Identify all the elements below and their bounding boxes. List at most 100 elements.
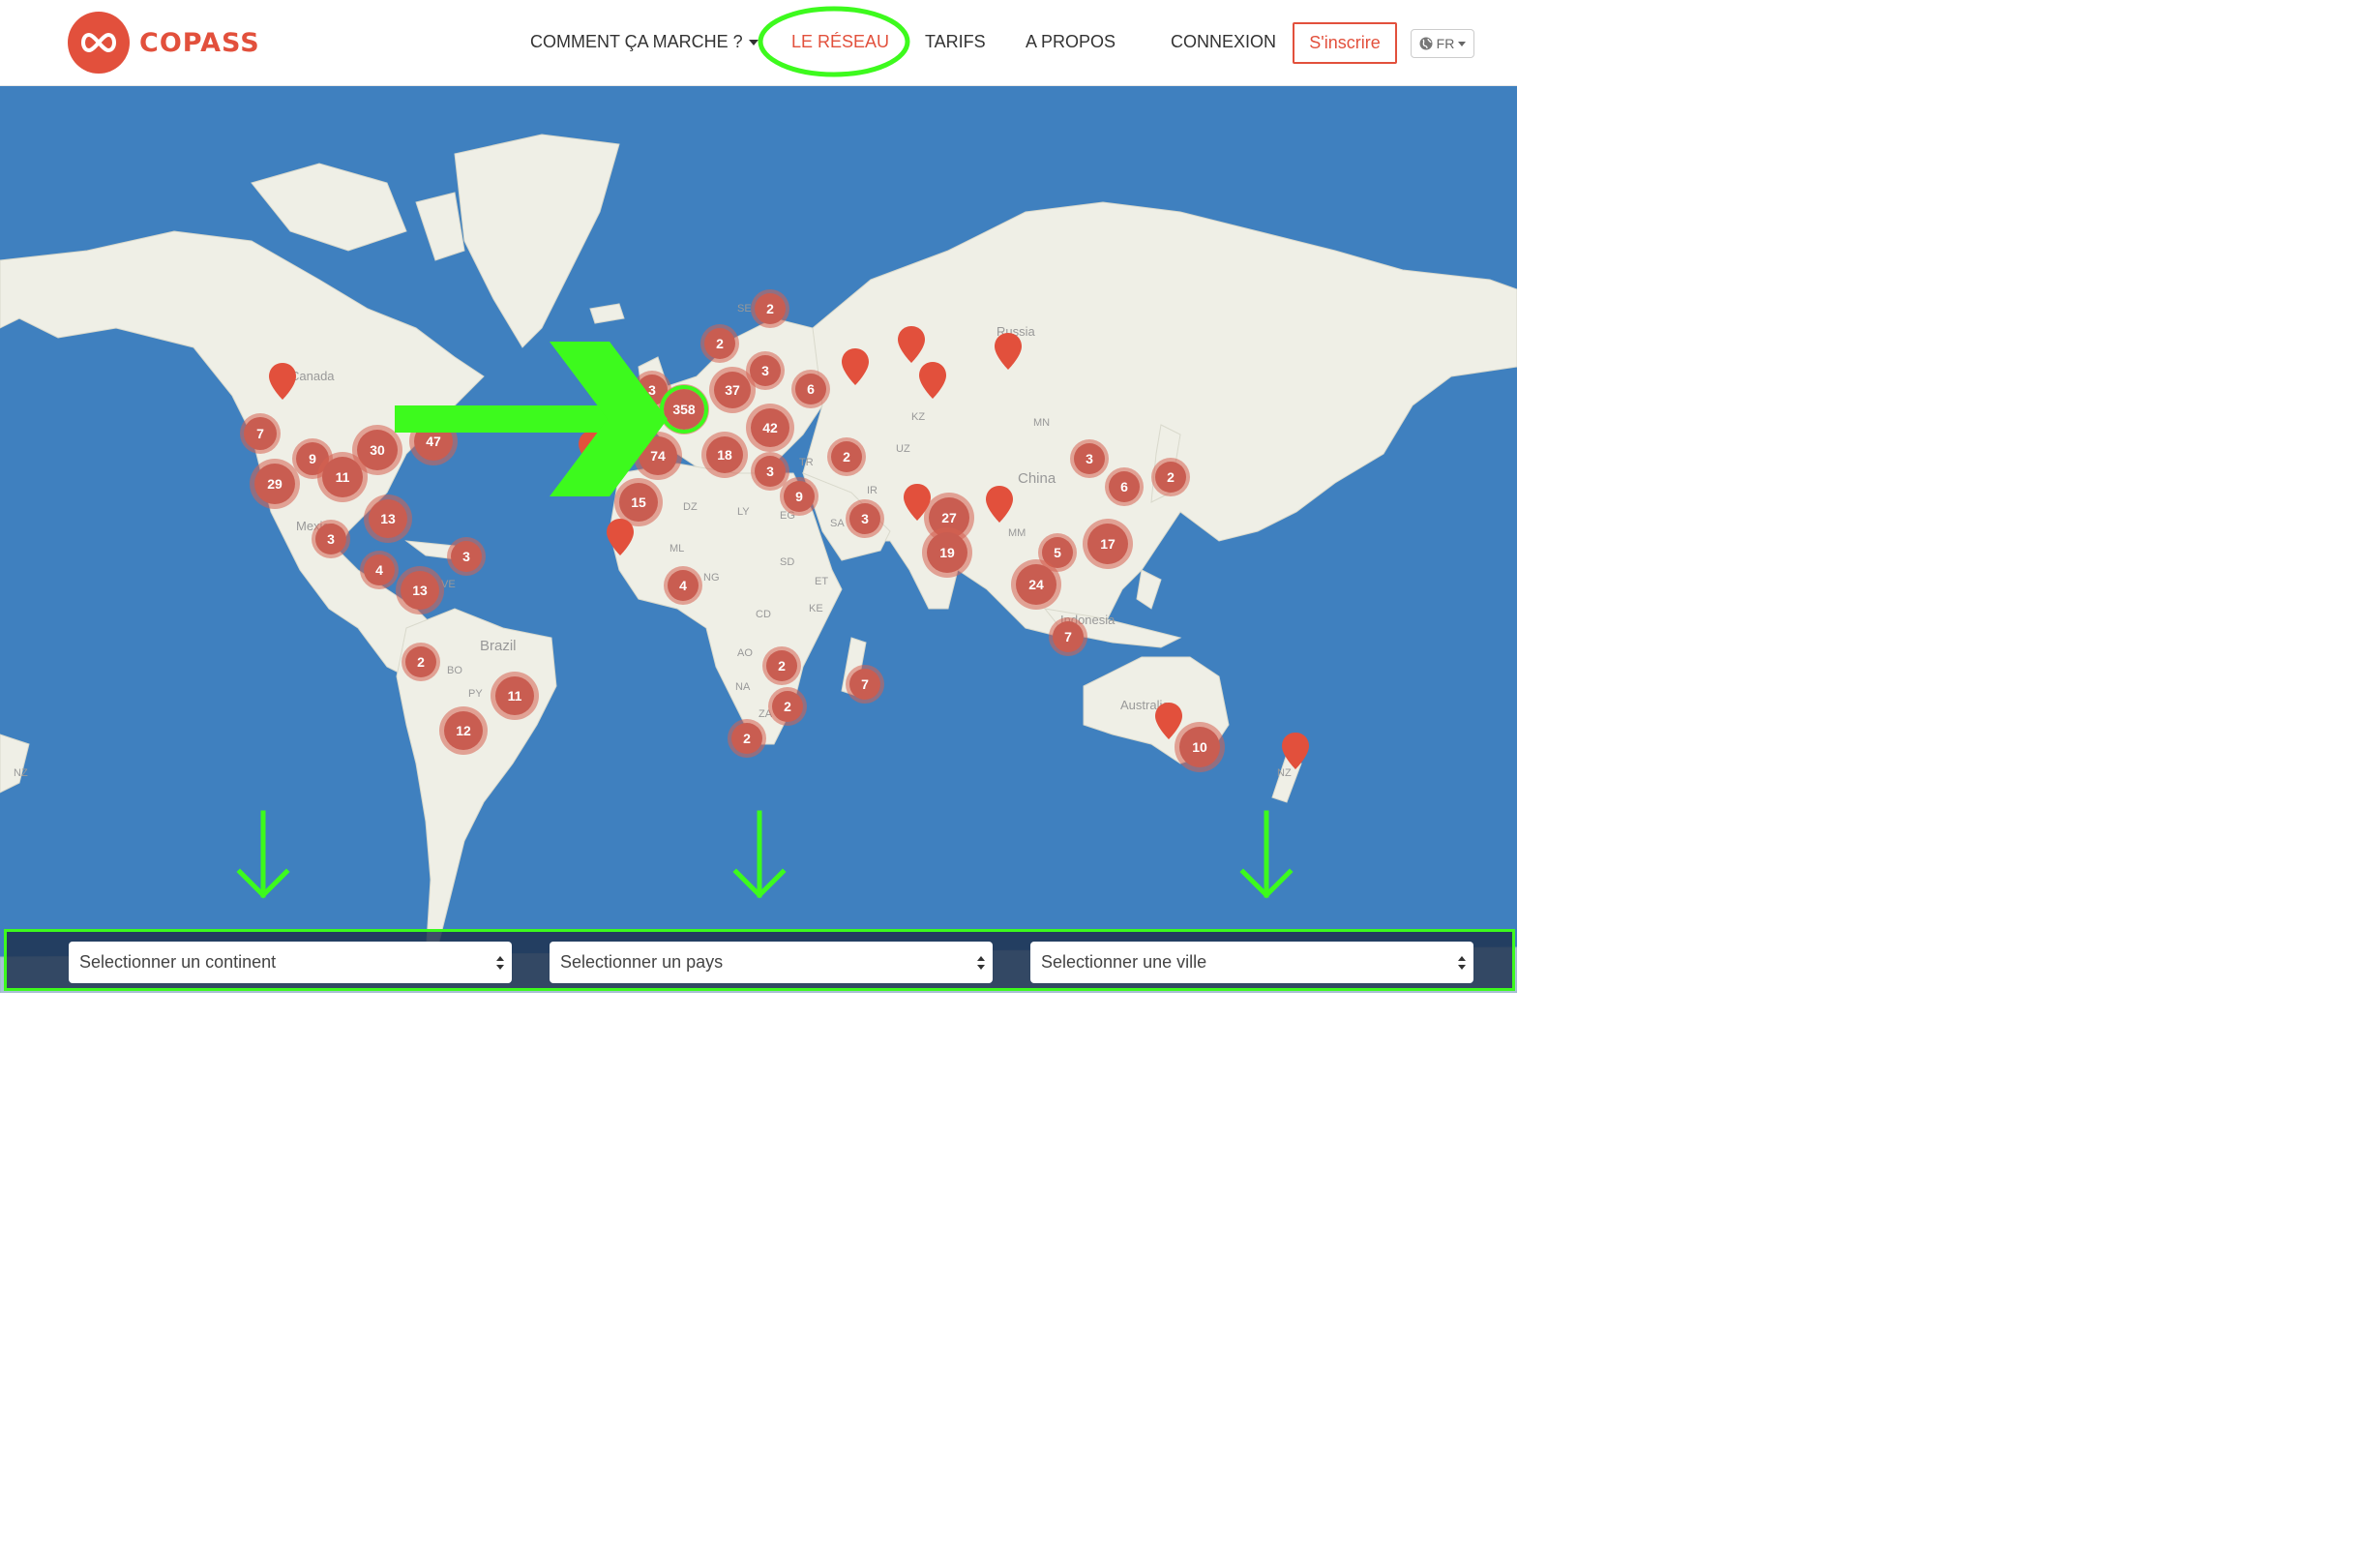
map-cluster-marker[interactable]: 2: [827, 437, 866, 476]
cluster-count: 10: [1179, 727, 1220, 767]
cluster-count: 74: [639, 436, 677, 475]
map-cluster-marker[interactable]: 18: [701, 432, 748, 478]
map-cluster-marker[interactable]: 7: [240, 413, 281, 454]
map-cluster-marker[interactable]: 2: [768, 687, 807, 726]
map-label: DZ: [683, 501, 698, 513]
map-label: NZ: [14, 767, 28, 779]
map-cluster-marker[interactable]: 9: [780, 477, 818, 516]
map-pin-icon[interactable]: [1281, 732, 1310, 770]
map-pin-icon[interactable]: [994, 332, 1023, 371]
language-selector[interactable]: FR: [1411, 29, 1474, 58]
cluster-count: 2: [731, 723, 762, 754]
cluster-count: 2: [755, 293, 786, 324]
map-label: SD: [780, 556, 795, 568]
map-cluster-marker[interactable]: 12: [439, 706, 488, 755]
map-cluster-marker[interactable]: 13: [396, 566, 444, 614]
map-label: LY: [737, 506, 750, 518]
language-label: FR: [1436, 36, 1455, 51]
map-cluster-marker[interactable]: 7: [846, 665, 884, 704]
map-label: IR: [867, 485, 878, 496]
country-select-value: Selectionner un pays: [560, 952, 724, 972]
map-cluster-marker[interactable]: 29: [250, 459, 300, 509]
map-pin-icon[interactable]: [918, 361, 947, 400]
copass-logo[interactable]: COPASS: [68, 12, 260, 74]
map-cluster-marker[interactable]: 13: [364, 494, 412, 543]
map-cluster-marker[interactable]: 2: [728, 719, 766, 758]
map-cluster-marker[interactable]: 11: [317, 452, 368, 502]
map-cluster-marker[interactable]: 6: [791, 370, 830, 408]
map-cluster-marker[interactable]: 42: [746, 404, 794, 452]
nav-how-it-works[interactable]: COMMENT ÇA MARCHE ?: [530, 32, 759, 52]
cluster-count: 15: [619, 483, 658, 522]
map-cluster-marker[interactable]: 2: [1151, 458, 1190, 496]
map-label: BO: [447, 665, 462, 676]
continent-select-value: Selectionner un continent: [79, 952, 277, 972]
map-cluster-marker[interactable]: 4: [360, 551, 399, 589]
map-cluster-marker[interactable]: 3: [1070, 439, 1109, 478]
map-cluster-marker[interactable]: 37: [709, 367, 756, 413]
cluster-count: 6: [795, 374, 826, 404]
cluster-count: 2: [704, 328, 735, 359]
map-cluster-marker[interactable]: 3: [312, 520, 350, 558]
cluster-count: 2: [831, 441, 862, 472]
cluster-count: 19: [927, 532, 967, 573]
map-cluster-marker[interactable]: 74: [634, 432, 682, 480]
map-cluster-marker[interactable]: 358: [659, 384, 709, 434]
map-cluster-marker[interactable]: 4: [664, 566, 702, 605]
map-cluster-marker[interactable]: 6: [1105, 467, 1144, 506]
map-cluster-marker[interactable]: 2: [402, 643, 440, 681]
map-pin-icon[interactable]: [606, 518, 635, 556]
map-label: MN: [1033, 417, 1051, 429]
select-arrows-icon: [977, 956, 985, 970]
map-cluster-marker[interactable]: 11: [491, 672, 539, 720]
cluster-count: 2: [766, 650, 797, 681]
map-cluster-marker[interactable]: 3: [846, 499, 884, 538]
map-pin-icon[interactable]: [841, 347, 870, 386]
nav-pricing[interactable]: TARIFS: [925, 32, 986, 52]
map-pin-icon[interactable]: [985, 485, 1014, 524]
caret-down-icon: [748, 40, 759, 46]
cluster-count: 37: [714, 372, 751, 408]
map-cluster-marker[interactable]: 3: [447, 537, 486, 576]
map-pin-icon[interactable]: [578, 430, 607, 468]
map-pin-icon[interactable]: [268, 362, 297, 401]
caret-down-icon: [1458, 41, 1467, 46]
cluster-count: 18: [706, 436, 743, 473]
cluster-count: 2: [405, 646, 436, 677]
logo-text: COPASS: [139, 27, 260, 58]
country-select[interactable]: Selectionner un pays: [550, 942, 993, 983]
cluster-count: 3: [451, 541, 482, 572]
map-pin-icon[interactable]: [1154, 702, 1183, 740]
map-label: Brazil: [480, 638, 517, 654]
cluster-count: 24: [1016, 564, 1056, 605]
world-map[interactable]: Canada Mexico Brazil Russia China Austra…: [0, 86, 1517, 993]
cluster-count: 13: [401, 571, 439, 610]
nav-login[interactable]: CONNEXION: [1171, 32, 1276, 52]
map-pin-icon[interactable]: [897, 325, 926, 364]
map-label: UZ: [896, 443, 910, 455]
map-label: ET: [815, 576, 829, 587]
cluster-count: 2: [1155, 462, 1186, 493]
continent-select[interactable]: Selectionner un continent: [69, 942, 512, 983]
map-pin-icon[interactable]: [903, 483, 932, 522]
nav-about[interactable]: A PROPOS: [1026, 32, 1116, 52]
map-cluster-marker[interactable]: 19: [922, 527, 972, 578]
cluster-count: 7: [244, 417, 277, 450]
signup-button[interactable]: S'inscrire: [1293, 22, 1397, 64]
cluster-count: 4: [668, 570, 699, 601]
map-cluster-marker[interactable]: 2: [762, 646, 801, 685]
map-cluster-marker[interactable]: 2: [751, 289, 789, 328]
cluster-count: 7: [1053, 621, 1084, 652]
map-cluster-marker[interactable]: 7: [1049, 617, 1087, 656]
map-label: CD: [756, 609, 771, 620]
cluster-count: 358: [664, 389, 704, 430]
map-cluster-marker[interactable]: 17: [1083, 519, 1133, 569]
nav-network[interactable]: LE RÉSEAU: [791, 32, 889, 52]
map-cluster-marker[interactable]: 2: [700, 324, 739, 363]
city-select[interactable]: Selectionner une ville: [1030, 942, 1473, 983]
cluster-count: 2: [772, 691, 803, 722]
cluster-count: 6: [1109, 471, 1140, 502]
map-cluster-marker[interactable]: 24: [1011, 559, 1061, 610]
map-cluster-marker[interactable]: 47: [409, 417, 458, 465]
cluster-count: 11: [495, 676, 534, 715]
